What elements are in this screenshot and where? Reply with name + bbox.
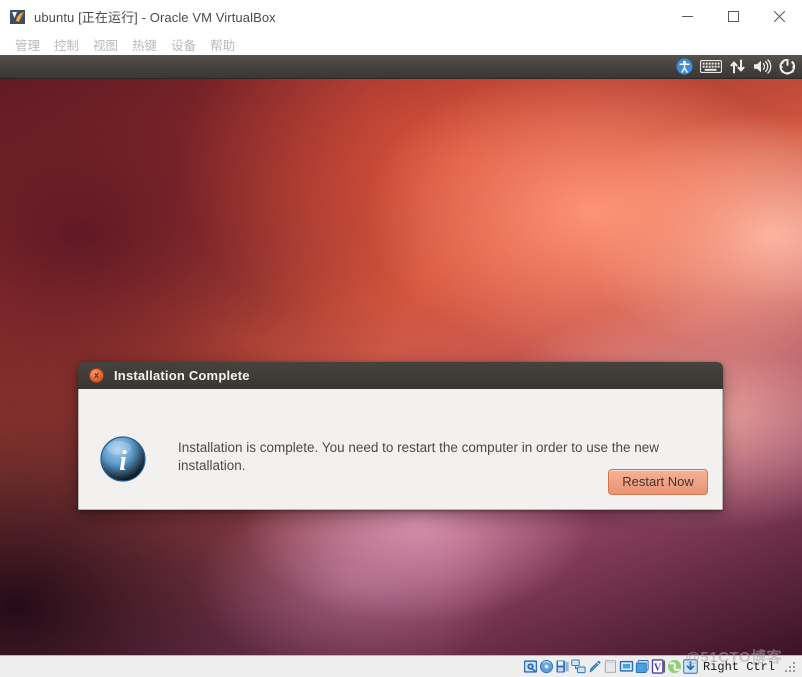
- host-key-label: Right Ctrl: [702, 659, 775, 674]
- system-gear-icon[interactable]: [779, 58, 796, 75]
- dialog-title: Installation Complete: [114, 368, 250, 383]
- info-icon: i: [99, 435, 147, 483]
- menu-view[interactable]: 视图: [86, 33, 125, 56]
- volume-icon[interactable]: [753, 59, 772, 74]
- resize-grip[interactable]: [784, 661, 796, 673]
- virtualization-icon[interactable]: V: [651, 659, 666, 674]
- menu-hotkey[interactable]: 热键: [125, 33, 164, 56]
- dialog-close-icon[interactable]: x: [89, 368, 104, 383]
- menu-control[interactable]: 控制: [47, 33, 86, 56]
- menu-manage[interactable]: 管理: [8, 33, 47, 56]
- hard-disk-icon[interactable]: [523, 659, 538, 674]
- mouse-integration-icon[interactable]: [667, 659, 682, 674]
- shared-folders-icon[interactable]: [603, 659, 618, 674]
- display-icon[interactable]: [619, 659, 634, 674]
- virtualbox-status-bar: V Right Ctrl: [0, 655, 802, 677]
- unity-top-panel: [0, 55, 802, 79]
- network-icon[interactable]: [729, 59, 746, 74]
- host-title-bar: ubuntu [正在运行] - Oracle VM VirtualBox: [0, 0, 802, 33]
- virtualbox-window: ubuntu [正在运行] - Oracle VM VirtualBox 管理 …: [0, 0, 802, 677]
- host-menu-bar: 管理 控制 视图 热键 设备 帮助: [0, 33, 802, 55]
- video-capture-icon[interactable]: [635, 659, 650, 674]
- maximize-button[interactable]: [710, 0, 756, 33]
- dialog-body: i Installation is complete. You need to …: [78, 389, 723, 510]
- keyboard-icon[interactable]: [700, 60, 722, 73]
- svg-text:V: V: [654, 662, 662, 673]
- accessibility-icon[interactable]: [676, 58, 693, 75]
- host-key-icon[interactable]: [683, 659, 698, 674]
- usb-icon[interactable]: [587, 659, 602, 674]
- dialog-title-bar: x Installation Complete: [78, 362, 723, 389]
- floppy-drive-icon[interactable]: [555, 659, 570, 674]
- close-button[interactable]: [756, 0, 802, 33]
- menu-devices[interactable]: 设备: [164, 33, 203, 56]
- minimize-button[interactable]: [664, 0, 710, 33]
- window-controls: [664, 0, 802, 33]
- network-adapter-icon[interactable]: [571, 659, 586, 674]
- installation-complete-dialog: x Installation Complete i Installation i…: [78, 362, 723, 510]
- window-title: ubuntu [正在运行] - Oracle VM VirtualBox: [34, 10, 276, 25]
- virtualbox-icon: [10, 9, 26, 25]
- svg-text:i: i: [119, 446, 127, 477]
- menu-help[interactable]: 帮助: [203, 33, 242, 56]
- guest-screen: x Installation Complete i Installation i…: [0, 55, 802, 655]
- desktop-wallpaper: [0, 55, 802, 655]
- optical-drive-icon[interactable]: [539, 659, 554, 674]
- restart-now-button[interactable]: Restart Now: [608, 469, 708, 495]
